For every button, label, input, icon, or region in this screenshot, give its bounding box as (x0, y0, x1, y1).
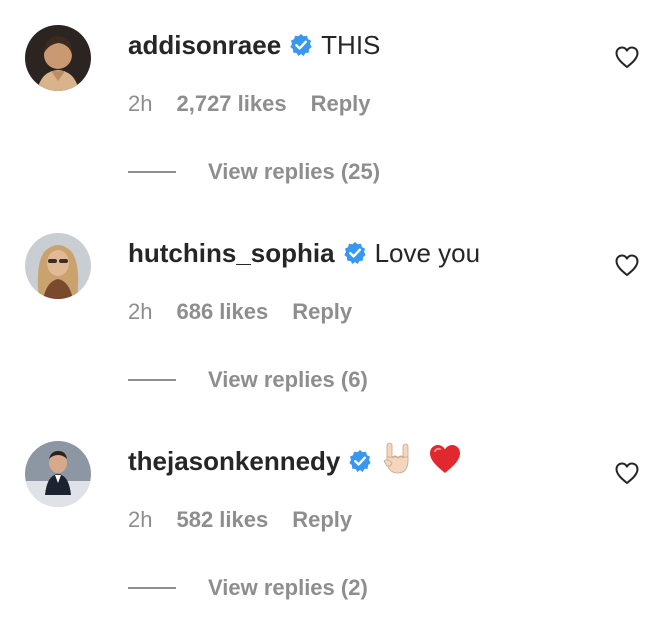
timestamp[interactable]: 2h (128, 91, 152, 117)
comment-header: hutchins_sophia Love you (128, 233, 480, 273)
replies-divider (128, 379, 176, 381)
username-link[interactable]: thejasonkennedy (128, 446, 340, 477)
replies-divider (128, 587, 176, 589)
username-link[interactable]: addisonraee (128, 30, 281, 61)
comment-text: THIS (321, 29, 381, 60)
timestamp[interactable]: 2h (128, 507, 152, 533)
comment-meta: 2h 2,727 likes Reply (128, 89, 371, 119)
verified-badge-icon (289, 33, 313, 57)
comment-text-emojis (380, 441, 461, 482)
avatar-thejasonkennedy-image (25, 441, 91, 507)
timestamp[interactable]: 2h (128, 299, 152, 325)
likes-count[interactable]: 582 likes (176, 507, 268, 533)
view-replies-button[interactable]: View replies (6) (128, 365, 368, 395)
view-replies-label: View replies (2) (208, 575, 368, 600)
comment-text: Love you (374, 237, 481, 268)
verified-badge-icon (343, 241, 367, 265)
comment-header: addisonraee THIS (128, 25, 380, 65)
avatar[interactable] (25, 233, 91, 299)
avatar-addisonraee-image (25, 25, 91, 91)
verified-badge-icon (348, 449, 372, 473)
view-replies-button[interactable]: View replies (2) (128, 573, 368, 603)
red-heart-emoji-icon (428, 443, 462, 475)
comment-header: thejasonkennedy (128, 441, 462, 481)
reply-button[interactable]: Reply (292, 507, 352, 533)
avatar[interactable] (25, 25, 91, 91)
likes-count[interactable]: 2,727 likes (176, 91, 286, 117)
avatar-hutchins-sophia-image (25, 233, 91, 299)
username-link[interactable]: hutchins_sophia (128, 238, 335, 269)
view-replies-label: View replies (25) (208, 159, 381, 184)
avatar[interactable] (25, 441, 91, 507)
sign-of-horns-emoji-icon (382, 441, 412, 475)
comment-item: hutchins_sophia Love you 2h 686 likes Re… (0, 208, 658, 416)
likes-count[interactable]: 686 likes (176, 299, 268, 325)
replies-divider (128, 171, 176, 173)
view-replies-label: View replies (6) (208, 367, 368, 392)
comments-list: addisonraee THIS 2h 2,727 likes Reply Vi… (0, 0, 658, 634)
heart-outline-icon[interactable] (614, 461, 640, 485)
comment-meta: 2h 582 likes Reply (128, 505, 352, 535)
comment-item: addisonraee THIS 2h 2,727 likes Reply Vi… (0, 0, 658, 208)
heart-outline-icon[interactable] (614, 45, 640, 69)
reply-button[interactable]: Reply (292, 299, 352, 325)
heart-outline-icon[interactable] (614, 253, 640, 277)
reply-button[interactable]: Reply (311, 91, 371, 117)
view-replies-button[interactable]: View replies (25) (128, 157, 380, 187)
comment-item: thejasonkennedy 2h 582 likes Reply View … (0, 416, 658, 624)
comment-meta: 2h 686 likes Reply (128, 297, 352, 327)
